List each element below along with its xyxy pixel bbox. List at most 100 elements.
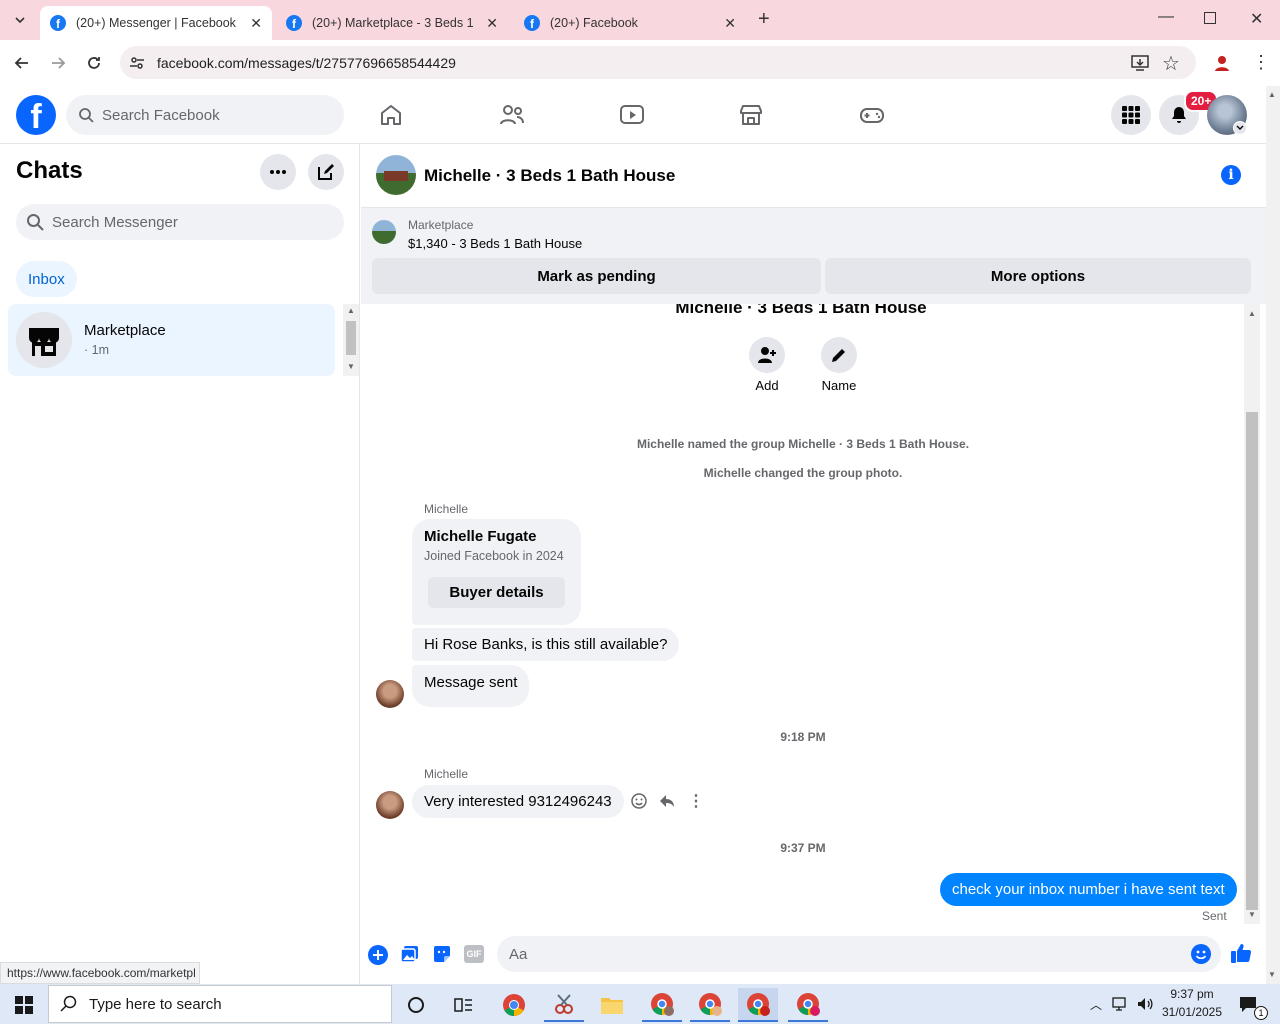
timestamp: 9:18 PM: [780, 730, 826, 744]
install-app-icon[interactable]: [1130, 53, 1150, 73]
more-options-button[interactable]: More options: [825, 258, 1251, 294]
scroll-down-arrow-icon[interactable]: ▼: [347, 362, 355, 371]
status-link-preview: https://www.facebook.com/marketpl: [0, 962, 200, 984]
thread-scrollbar[interactable]: [1244, 304, 1260, 924]
react-emoji-icon[interactable]: [630, 792, 648, 810]
taskbar-clock-date[interactable]: 31/01/2025: [1158, 1005, 1226, 1019]
taskbar-clock-time[interactable]: 9:37 pm: [1160, 987, 1224, 1001]
minimize-icon[interactable]: —: [1158, 8, 1174, 26]
sender-avatar[interactable]: [376, 791, 404, 819]
attach-image-icon[interactable]: [400, 944, 420, 964]
cortana-icon[interactable]: [396, 988, 436, 1022]
chrome-profile-4-icon[interactable]: [788, 988, 828, 1022]
facebook-search-input[interactable]: Search Facebook: [66, 95, 344, 135]
more-actions-plus-icon[interactable]: [368, 945, 388, 965]
close-tab-icon[interactable]: ✕: [724, 15, 736, 32]
search-icon: [26, 213, 44, 231]
sticker-icon[interactable]: [432, 944, 452, 964]
close-window-icon[interactable]: ✕: [1250, 9, 1263, 29]
home-icon[interactable]: [378, 102, 404, 128]
message-more-icon[interactable]: ⋮: [688, 791, 704, 811]
gaming-icon[interactable]: [858, 102, 886, 128]
listing-title[interactable]: $1,340 - 3 Beds 1 Bath House: [408, 236, 582, 251]
more-dots-icon: [270, 170, 286, 174]
chat-options-button[interactable]: [260, 154, 296, 190]
pencil-icon: [832, 349, 845, 362]
back-icon[interactable]: [12, 53, 32, 73]
message-bubble[interactable]: Hi Rose Banks, is this still available?: [412, 628, 680, 661]
scroll-down-arrow-icon[interactable]: ▼: [1268, 970, 1276, 979]
scroll-up-arrow-icon[interactable]: ▲: [1268, 90, 1276, 99]
add-people-button[interactable]: [749, 337, 785, 373]
my-message-bubble[interactable]: check your inbox number i have sent text: [940, 873, 1237, 906]
windows-start-icon[interactable]: [14, 995, 34, 1015]
emoji-picker-icon[interactable]: [1191, 944, 1211, 964]
sender-name: Michelle: [424, 502, 469, 516]
message-composer-input[interactable]: Aa: [497, 936, 1221, 972]
chrome-profile-3-icon[interactable]: [738, 988, 778, 1022]
site-info-icon[interactable]: [128, 54, 146, 72]
tab-marketplace[interactable]: f (20+) Marketplace - 3 Beds 1 Ba ✕: [276, 6, 508, 40]
new-tab-icon[interactable]: +: [758, 8, 770, 31]
listing-thumbnail[interactable]: [372, 220, 396, 244]
forward-icon[interactable]: [48, 53, 68, 73]
account-chevron-icon[interactable]: [1233, 121, 1247, 135]
facebook-logo-icon[interactable]: f: [16, 95, 56, 135]
group-photo-avatar[interactable]: [376, 155, 416, 195]
scroll-down-arrow-icon[interactable]: ▼: [1248, 910, 1256, 919]
chrome-taskbar-icon[interactable]: [494, 988, 534, 1022]
timestamp: 9:37 PM: [780, 841, 826, 855]
chats-title: Chats: [16, 157, 83, 184]
marketplace-icon[interactable]: [738, 102, 764, 128]
scrollbar-thumb[interactable]: [1246, 412, 1258, 910]
scrollbar-thumb[interactable]: [346, 321, 356, 355]
system-message: Michelle named the group Michelle · 3 Be…: [636, 437, 970, 451]
name-group-button[interactable]: [821, 337, 857, 373]
message-bubble[interactable]: Message sent: [412, 665, 530, 707]
reply-icon[interactable]: [658, 792, 676, 810]
taskbar-search-box[interactable]: Type here to search: [48, 985, 392, 1023]
like-thumbs-up-icon[interactable]: [1230, 942, 1252, 964]
tab-search-chevron-icon[interactable]: [8, 8, 32, 32]
add-label: Add: [755, 378, 779, 393]
taskbar-search-placeholder: Type here to search: [89, 995, 222, 1013]
buyer-details-button[interactable]: Buyer details: [428, 577, 565, 608]
sender-avatar[interactable]: [376, 680, 404, 708]
profile-icon[interactable]: [1212, 53, 1232, 73]
volume-icon[interactable]: [1136, 996, 1154, 1012]
show-hidden-icons-chevron-icon[interactable]: ︿: [1090, 996, 1102, 1013]
url-text[interactable]: facebook.com/messages/t/2757769665854442…: [157, 55, 456, 71]
bookmark-star-icon[interactable]: ☆: [1162, 51, 1180, 76]
new-message-button[interactable]: [308, 154, 344, 190]
page-scrollbar[interactable]: [1266, 86, 1280, 984]
scroll-up-arrow-icon[interactable]: ▲: [347, 306, 355, 315]
close-tab-icon[interactable]: ✕: [486, 15, 498, 32]
message-bubble[interactable]: Very interested 9312496243: [412, 785, 624, 818]
reload-icon[interactable]: [84, 53, 104, 73]
gif-icon[interactable]: GIF: [464, 945, 484, 963]
system-message: Michelle changed the group photo.: [703, 466, 903, 480]
close-tab-icon[interactable]: ✕: [250, 15, 262, 32]
inbox-filter-tab[interactable]: Inbox: [16, 261, 77, 297]
scroll-up-arrow-icon[interactable]: ▲: [1248, 309, 1256, 318]
tab-messenger[interactable]: f (20+) Messenger | Facebook ✕: [40, 6, 272, 40]
friends-icon[interactable]: [498, 102, 526, 128]
chrome-profile-1-icon[interactable]: [642, 988, 682, 1022]
menu-grid-icon[interactable]: [1111, 95, 1151, 135]
chrome-profile-2-icon[interactable]: [690, 988, 730, 1022]
file-explorer-icon[interactable]: [592, 988, 632, 1022]
conversation-title[interactable]: Michelle · 3 Beds 1 Bath House: [424, 166, 675, 186]
conversation-info-icon[interactable]: i: [1221, 165, 1241, 185]
network-icon[interactable]: [1112, 996, 1130, 1012]
watch-icon[interactable]: [618, 102, 646, 128]
tab-facebook[interactable]: f (20+) Facebook ✕: [514, 6, 746, 40]
messenger-search-input[interactable]: Search Messenger: [16, 204, 344, 240]
profile-card-joined: Joined Facebook in 2024: [424, 549, 564, 563]
maximize-icon[interactable]: [1204, 12, 1216, 24]
task-view-icon[interactable]: [444, 988, 484, 1022]
mark-as-pending-button[interactable]: Mark as pending: [372, 258, 821, 294]
browser-menu-icon[interactable]: ⋮: [1252, 52, 1270, 73]
marketplace-label: Marketplace: [408, 218, 474, 232]
marketplace-chat-avatar: [16, 312, 72, 368]
snipping-tool-icon[interactable]: [544, 988, 584, 1022]
